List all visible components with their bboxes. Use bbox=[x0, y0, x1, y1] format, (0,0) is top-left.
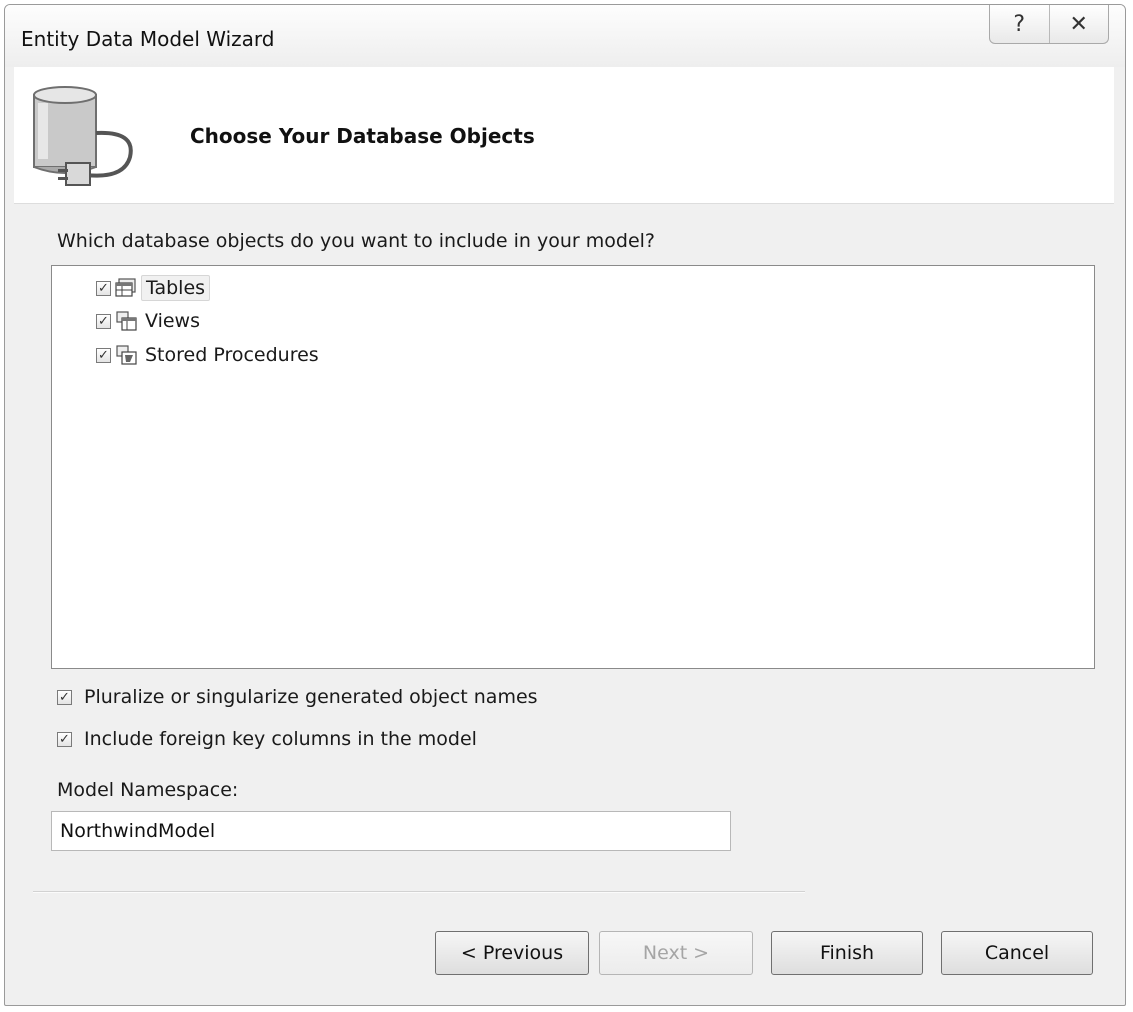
table-icon bbox=[115, 278, 136, 297]
foreign-keys-checkbox[interactable]: ✓ bbox=[57, 731, 72, 747]
tree-item-label: Tables bbox=[141, 275, 211, 301]
database-objects-tree[interactable]: ✓ Tables ✓ Views ✓ Stored Procedures bbox=[51, 265, 1095, 669]
tree-item-tables[interactable]: ✓ Tables bbox=[96, 274, 211, 302]
namespace-input[interactable] bbox=[51, 811, 731, 851]
previous-button[interactable]: < Previous bbox=[435, 931, 589, 975]
window-title: Entity Data Model Wizard bbox=[21, 27, 275, 51]
wizard-header: Choose Your Database Objects bbox=[14, 67, 1114, 204]
tree-item-views[interactable]: ✓ Views bbox=[96, 307, 204, 335]
close-button[interactable]: ✕ bbox=[1048, 5, 1109, 43]
pluralize-label[interactable]: Pluralize or singularize generated objec… bbox=[84, 686, 538, 708]
view-icon bbox=[116, 311, 137, 331]
database-connection-icon bbox=[33, 86, 133, 186]
namespace-label: Model Namespace: bbox=[57, 779, 239, 801]
page-title: Choose Your Database Objects bbox=[190, 124, 535, 148]
stored-procedures-checkbox[interactable]: ✓ bbox=[96, 347, 111, 363]
help-button[interactable]: ? bbox=[990, 5, 1049, 43]
tree-item-label: Stored Procedures bbox=[145, 344, 319, 366]
finish-button[interactable]: Finish bbox=[771, 931, 923, 975]
footer-separator bbox=[33, 891, 805, 893]
tables-checkbox[interactable]: ✓ bbox=[96, 280, 111, 296]
pluralize-option[interactable]: ✓ Pluralize or singularize generated obj… bbox=[57, 683, 538, 711]
title-bar-buttons: ? ✕ bbox=[989, 5, 1109, 44]
views-checkbox[interactable]: ✓ bbox=[96, 313, 111, 329]
tree-item-label: Views bbox=[145, 310, 200, 332]
foreign-keys-label[interactable]: Include foreign key columns in the model bbox=[84, 728, 477, 750]
title-bar: Entity Data Model Wizard ? ✕ bbox=[5, 5, 1125, 67]
tree-item-stored-procedures[interactable]: ✓ Stored Procedures bbox=[96, 341, 323, 369]
foreign-keys-option[interactable]: ✓ Include foreign key columns in the mod… bbox=[57, 725, 477, 753]
pluralize-checkbox[interactable]: ✓ bbox=[57, 689, 72, 705]
objects-prompt: Which database objects do you want to in… bbox=[57, 230, 655, 252]
stored-procedure-icon bbox=[116, 345, 137, 365]
wizard-window: Entity Data Model Wizard ? ✕ Choose Your… bbox=[4, 4, 1126, 1006]
cancel-button[interactable]: Cancel bbox=[941, 931, 1093, 975]
next-button[interactable]: Next > bbox=[599, 931, 753, 975]
